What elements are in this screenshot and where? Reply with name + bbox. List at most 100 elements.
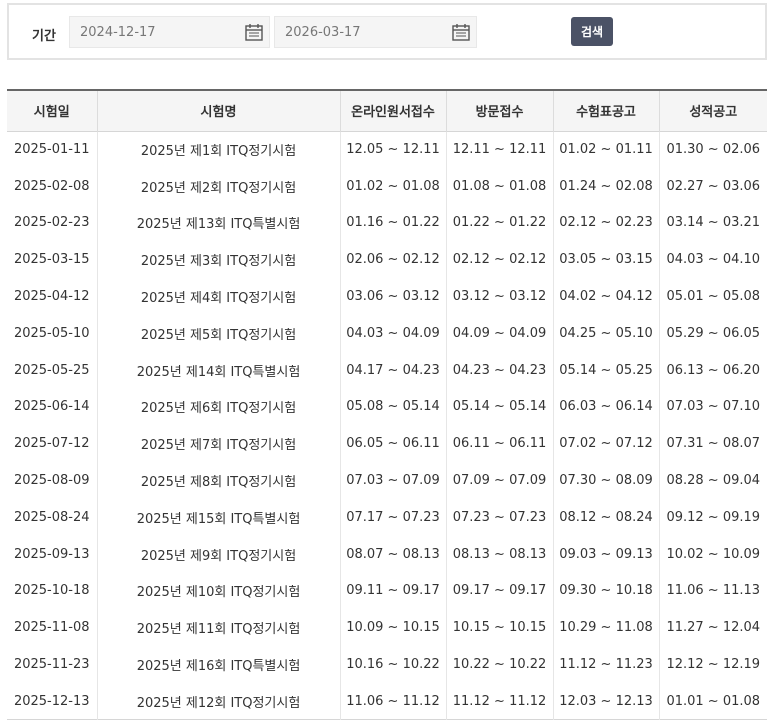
visit-application-cell: 01.08 ~ 01.08 [445,167,553,205]
admission-ticket-cell: 02.12 ~ 02.23 [552,204,659,242]
table-body: 2025-01-11 2025년 제1회 ITQ정기시험 12.05 ~ 12.11… [7,131,767,720]
score-announcement-cell: 11.06 ~ 11.13 [658,572,767,610]
score-announcement-cell: 01.01 ~ 01.08 [658,682,767,720]
header-exam-date: 시험일 [33,105,70,121]
online-application-cell: 11.06 ~ 11.12 [339,682,446,720]
table-row: 2025-02-08 2025년 제2회 ITQ정기시험 01.02 ~ 01.08… [7,167,767,205]
table-row: 2025-04-12 2025년 제4회 ITQ정기시험 03.06 ~ 03.12… [7,278,767,315]
table-row: 2025-08-09 2025년 제8회 ITQ정기시험 07.03 ~ 07.09… [7,462,767,499]
exam-schedule-table-wrapper: 시험일 시험명 온라인원서접수 방문접수 수험표공고 성적공고 2025-01-11 202… [7,89,767,720]
exam-date-cell: 2025-08-24 [13,509,90,525]
admission-ticket-cell: 01.24 ~ 02.08 [552,167,659,205]
online-application-cell: 07.03 ~ 07.09 [339,462,446,499]
admission-ticket-cell: 01.02 ~ 01.11 [552,131,659,168]
admission-ticket-cell: 07.02 ~ 07.12 [552,425,659,463]
exam-name-cell: 2025년 제12회 ITQ정기시험 [96,682,340,720]
online-application-cell: 04.03 ~ 04.09 [339,314,446,352]
visit-application-cell: 07.09 ~ 07.09 [445,462,553,499]
score-announcement-cell: 05.29 ~ 06.05 [658,314,767,352]
start-date-value[interactable]: 2024-12-17 [80,25,156,40]
table-row: 2025-10-18 2025년 제10회 ITQ정기시험 09.11 ~ 09.1… [7,572,767,610]
admission-ticket-cell: 06.03 ~ 06.14 [552,388,659,426]
header-score-announcement: 성적공고 [658,90,767,131]
visit-application-cell: 01.22 ~ 01.22 [445,204,553,242]
online-application-cell: 10.16 ~ 10.22 [339,646,446,683]
online-application-cell: 12.05 ~ 12.11 [339,131,446,168]
exam-date-cell: 2025-12-13 [13,693,90,709]
exam-date-cell: 2025-02-08 [13,178,90,194]
search-button[interactable]: 검색 [571,17,613,46]
table-header-row: 시험일 시험명 온라인원서접수 방문접수 수험표공고 성적공고 [7,90,767,131]
table-row: 2025-05-10 2025년 제5회 ITQ정기시험 04.03 ~ 04.09… [7,314,767,352]
admission-ticket-cell: 04.02 ~ 04.12 [552,278,659,315]
exam-name-cell: 2025년 제5회 ITQ정기시험 [96,314,340,352]
online-application-cell: 02.06 ~ 02.12 [339,241,446,279]
admission-ticket-cell: 09.30 ~ 10.18 [552,572,659,610]
visit-application-cell: 09.17 ~ 09.17 [445,572,553,610]
online-application-cell: 06.05 ~ 06.11 [339,425,446,463]
visit-application-cell: 12.11 ~ 12.11 [445,131,553,168]
end-date-value[interactable]: 2026-03-17 [285,25,361,40]
header-online-application: 온라인원서접수 [339,90,446,131]
exam-date-cell: 2025-01-11 [13,142,90,158]
score-announcement-cell: 04.03 ~ 04.10 [658,241,767,279]
exam-date-cell: 2025-05-10 [13,325,90,341]
exam-date-cell: 2025-04-12 [13,289,90,305]
visit-application-cell: 10.22 ~ 10.22 [445,646,553,683]
visit-application-cell: 05.14 ~ 05.14 [445,388,553,426]
period-label: 기간 [32,29,56,44]
exam-name-cell: 2025년 제13회 ITQ특별시험 [96,204,340,242]
exam-name-cell: 2025년 제2회 ITQ정기시험 [96,167,340,205]
exam-name-cell: 2025년 제15회 ITQ특별시험 [96,498,340,536]
visit-application-cell: 10.15 ~ 10.15 [445,609,553,647]
exam-date-cell: 2025-09-13 [13,546,90,562]
admission-ticket-cell: 03.05 ~ 03.15 [552,241,659,279]
table-row: 2025-11-08 2025년 제11회 ITQ정기시험 10.09 ~ 10.1… [7,609,767,647]
exam-date-cell: 2025-07-12 [13,436,90,452]
exam-name-cell: 2025년 제4회 ITQ정기시험 [96,278,340,315]
online-application-cell: 09.11 ~ 09.17 [339,572,446,610]
table-row: 2025-02-23 2025년 제13회 ITQ특별시험 01.16 ~ 01.2… [7,204,767,242]
exam-name-cell: 2025년 제16회 ITQ특별시험 [96,646,340,683]
online-application-cell: 03.06 ~ 03.12 [339,278,446,315]
exam-date-cell: 2025-03-15 [13,252,90,268]
header-exam-name: 시험명 [96,90,340,131]
score-announcement-cell: 12.12 ~ 12.19 [658,646,767,683]
end-date-field[interactable]: 2026-03-17 [274,16,477,48]
score-announcement-cell: 08.28 ~ 09.04 [658,462,767,499]
search-filter-panel: 기간 2024-12-17 2026-03-17 검색 [7,3,767,60]
visit-application-cell: 03.12 ~ 03.12 [445,278,553,315]
table-row: 2025-07-12 2025년 제7회 ITQ정기시험 06.05 ~ 06.11… [7,425,767,463]
online-application-cell: 01.02 ~ 01.08 [339,167,446,205]
visit-application-cell: 04.09 ~ 04.09 [445,314,553,352]
visit-application-cell: 08.13 ~ 08.13 [445,535,553,573]
score-announcement-cell: 07.31 ~ 08.07 [658,425,767,463]
online-application-cell: 08.07 ~ 08.13 [339,535,446,573]
exam-name-cell: 2025년 제1회 ITQ정기시험 [96,131,340,168]
exam-date-cell: 2025-05-25 [13,362,90,378]
table-row: 2025-01-11 2025년 제1회 ITQ정기시험 12.05 ~ 12.11… [7,131,767,168]
score-announcement-cell: 02.27 ~ 03.06 [658,167,767,205]
exam-date-cell: 2025-11-08 [13,620,90,636]
admission-ticket-cell: 07.30 ~ 08.09 [552,462,659,499]
online-application-cell: 04.17 ~ 04.23 [339,351,446,389]
score-announcement-cell: 11.27 ~ 12.04 [658,609,767,647]
score-announcement-cell: 10.02 ~ 10.09 [658,535,767,573]
table-row: 2025-03-15 2025년 제3회 ITQ정기시험 02.06 ~ 02.12… [7,241,767,279]
exam-date-cell: 2025-06-14 [13,399,90,415]
calendar-icon[interactable] [239,17,269,47]
table-row: 2025-11-23 2025년 제16회 ITQ특별시험 10.16 ~ 10.2… [7,646,767,683]
table-row: 2025-12-13 2025년 제12회 ITQ정기시험 11.06 ~ 11.1… [7,682,767,720]
exam-name-cell: 2025년 제6회 ITQ정기시험 [96,388,340,426]
table-row: 2025-06-14 2025년 제6회 ITQ정기시험 05.08 ~ 05.14… [7,388,767,426]
admission-ticket-cell: 10.29 ~ 11.08 [552,609,659,647]
exam-name-cell: 2025년 제10회 ITQ정기시험 [96,572,340,610]
admission-ticket-cell: 09.03 ~ 09.13 [552,535,659,573]
table-row: 2025-09-13 2025년 제9회 ITQ정기시험 08.07 ~ 08.13… [7,535,767,573]
online-application-cell: 10.09 ~ 10.15 [339,609,446,647]
visit-application-cell: 07.23 ~ 07.23 [445,498,553,536]
start-date-field[interactable]: 2024-12-17 [69,16,270,48]
calendar-icon[interactable] [446,17,476,47]
header-visit-application: 방문접수 [445,90,553,131]
exam-name-cell: 2025년 제14회 ITQ특별시험 [96,351,340,389]
